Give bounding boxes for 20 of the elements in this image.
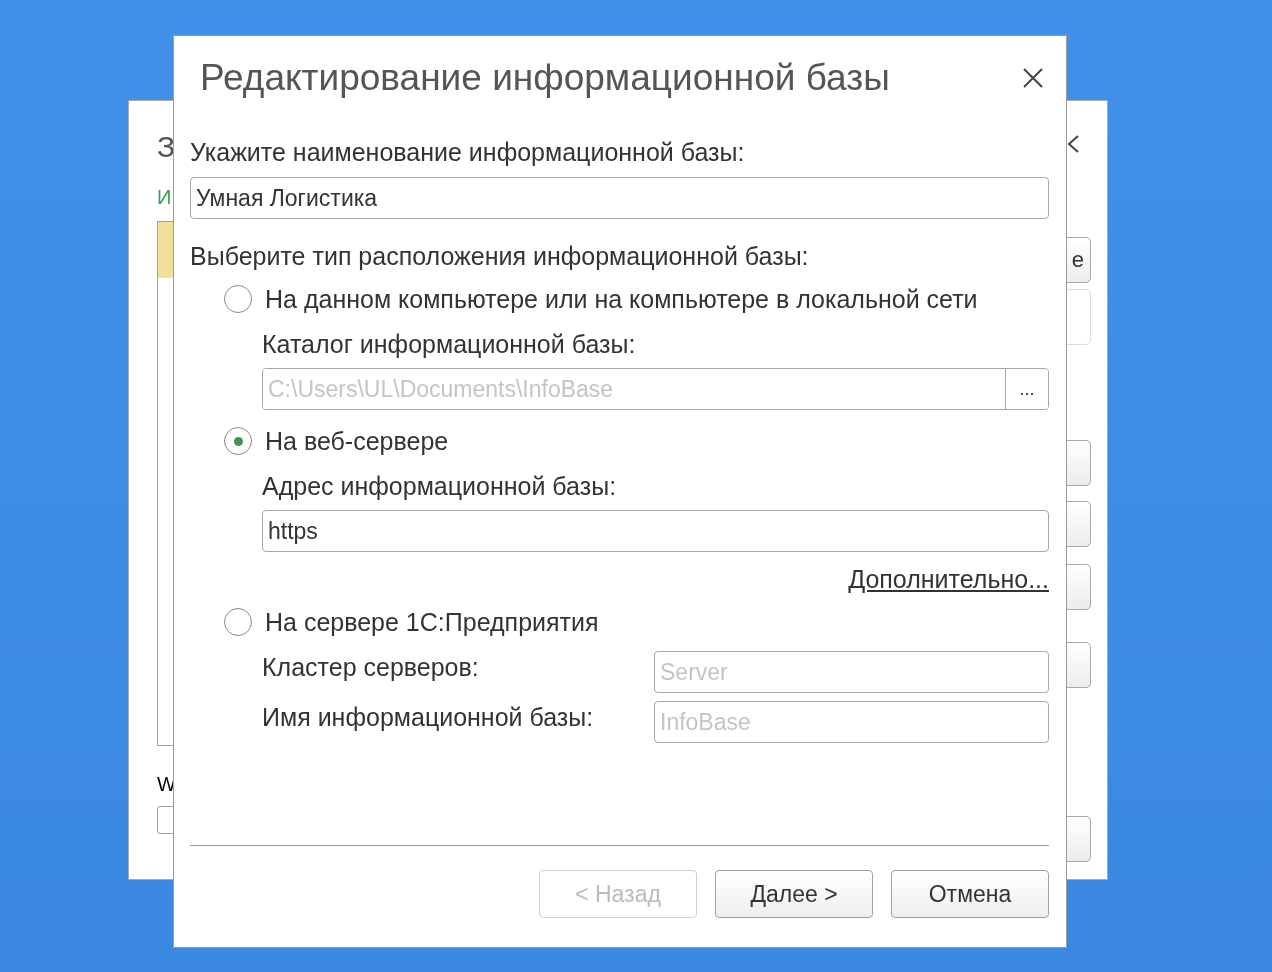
field-label: Каталог информационной базы: (262, 330, 636, 358)
field-label: Адрес информационной базы: (262, 472, 617, 500)
field-label: Укажите наименование информационной базы: (190, 138, 745, 166)
window-title: З (157, 129, 176, 165)
text-field[interactable]: InfoBase (654, 701, 1049, 743)
radio-label[interactable]: На веб-сервере (265, 427, 449, 455)
path-field[interactable]: C:\Users\UL\Documents\InfoBase ... (262, 368, 1049, 410)
text-field[interactable]: Server (654, 651, 1049, 693)
dialog-title: Редактирование информационной базы (200, 58, 890, 98)
field-label: Имя информационной базы: (262, 703, 594, 731)
radio-label[interactable]: На сервере 1С:Предприятия (265, 608, 599, 636)
field-label: Кластер серверов: (262, 653, 479, 681)
advanced-link[interactable]: Дополнительно... (848, 565, 1049, 593)
browse-button[interactable]: ... (1005, 369, 1048, 409)
dialog-button[interactable]: Отмена (891, 870, 1049, 918)
address-field[interactable]: https (262, 510, 1049, 552)
section-label: Выберите тип расположения информационной базы: (190, 242, 809, 270)
name-field[interactable]: Умная Логистика (190, 177, 1049, 219)
radio-label[interactable]: На данном компьютере или на компьютере в локальной сети (265, 285, 978, 313)
dialog-button[interactable]: Далее > (715, 870, 873, 918)
